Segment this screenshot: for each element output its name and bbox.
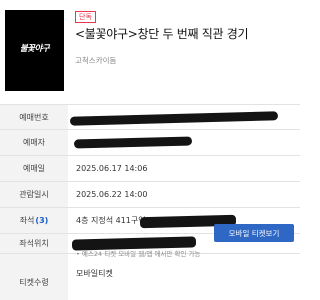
seat-location-label: 좌석위치	[0, 234, 68, 253]
event-title[interactable]: <불꽃야구>창단 두 번째 직관 경기	[75, 25, 297, 42]
row-booking-number: 예매번호	[0, 104, 300, 130]
booking-date-label: 예매일	[0, 156, 68, 181]
seat-count: (3)	[35, 216, 49, 225]
booking-date-value: 2025.06.17 14:06	[76, 164, 148, 173]
redaction-mark	[69, 111, 279, 126]
seat-label: 좌석 (3)	[0, 208, 68, 233]
venue-name: 고척스카이돔	[75, 56, 117, 65]
viewing-datetime-value: 2025.06.22 14:00	[76, 190, 148, 199]
viewing-datetime-label: 관람일시	[0, 182, 68, 207]
seat-value: 4층 지정석 411구역	[76, 216, 146, 225]
row-viewing-datetime: 관람일시 2025.06.22 14:00	[0, 182, 300, 208]
poster-logo: 불꽃야구	[19, 44, 50, 54]
row-ticket-delivery: 티켓수령 모바일티켓	[0, 254, 300, 300]
mobile-ticket-button[interactable]: 모바일 티켓보기	[214, 224, 294, 242]
row-booking-date: 예매일 2025.06.17 14:06	[0, 156, 300, 182]
mobile-ticket-notice: • 예스24 티켓 모바일 웹/앱 에서만 확인 가능	[76, 250, 201, 258]
event-poster: 불꽃야구	[5, 10, 64, 91]
exclusive-badge: 단독	[75, 11, 96, 23]
booker-label: 예매자	[0, 130, 68, 155]
event-header: 불꽃야구 단독 <불꽃야구>창단 두 번째 직관 경기 고척스카이돔	[0, 0, 300, 104]
redaction-mark	[73, 136, 193, 149]
row-booker: 예매자	[0, 130, 300, 156]
ticket-delivery-label: 티켓수령	[0, 254, 68, 300]
ticket-delivery-value: 모바일티켓	[76, 268, 113, 278]
booking-number-label: 예매번호	[0, 105, 68, 129]
